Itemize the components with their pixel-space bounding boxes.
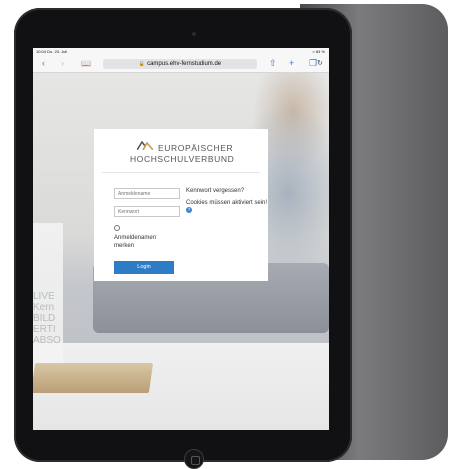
address-url: campus.ehv-fernstudium.de: [147, 61, 222, 67]
username-input[interactable]: [114, 188, 180, 199]
browser-toolbar: ‹ › 📖 🔒 campus.ehv-fernstudium.de ↻ ⇧ + ❐: [33, 56, 329, 73]
wifi-icon: ≈: [312, 49, 315, 54]
brand-line-2: HOCHSCHULVERBUND: [130, 154, 235, 164]
brand-line-1: EUROPÄISCHER: [158, 143, 234, 153]
tabs-icon[interactable]: ❐: [309, 58, 317, 69]
status-time: 10:04 Do. 23. Juli: [36, 49, 68, 54]
help-icon[interactable]: ?: [186, 207, 192, 213]
background-photo: LIVE Kern BILD ERTI ABSO EUROPÄISCHER HO…: [33, 73, 329, 430]
remember-checkbox[interactable]: [114, 225, 120, 231]
logo-icon: [137, 141, 153, 150]
brand-divider: [102, 172, 260, 173]
reload-icon[interactable]: ↻: [317, 59, 323, 69]
status-battery: ≈ 84 %: [313, 49, 325, 54]
chevron-right-icon[interactable]: ›: [61, 58, 64, 69]
address-bar[interactable]: 🔒 campus.ehv-fernstudium.de ↻: [103, 59, 323, 69]
password-input[interactable]: [114, 206, 180, 217]
ipad-screen: 10:04 Do. 23. Juli ≈ 84 % ‹ › 📖 🔒 campus.…: [33, 48, 329, 430]
cookies-notice: Cookies müssen aktiviert sein! ?: [186, 200, 268, 215]
share-icon[interactable]: ⇧: [269, 58, 277, 69]
notepad: [33, 363, 154, 393]
home-button[interactable]: [184, 449, 204, 469]
chevron-left-icon[interactable]: ‹: [42, 58, 45, 69]
login-card: EUROPÄISCHER HOCHSCHULVERBUND Kennwort v…: [94, 129, 268, 281]
brand-header: EUROPÄISCHER HOCHSCHULVERBUND: [94, 137, 268, 167]
book-icon[interactable]: 📖: [81, 58, 91, 69]
login-button[interactable]: Login: [114, 261, 174, 274]
status-bar: 10:04 Do. 23. Juli ≈ 84 %: [33, 48, 329, 56]
lock-icon: 🔒: [138, 61, 146, 67]
forgot-password-link[interactable]: Kennwort vergessen?: [186, 188, 244, 195]
cookies-notice-text: Cookies müssen aktiviert sein!: [186, 200, 268, 206]
book-lettering: LIVE Kern BILD ERTI ABSO: [33, 291, 61, 346]
remember-label: Anmeldenamen merken: [114, 235, 157, 249]
plus-icon[interactable]: +: [289, 58, 294, 69]
battery-level: 84 %: [315, 49, 325, 54]
front-camera: [192, 32, 196, 36]
